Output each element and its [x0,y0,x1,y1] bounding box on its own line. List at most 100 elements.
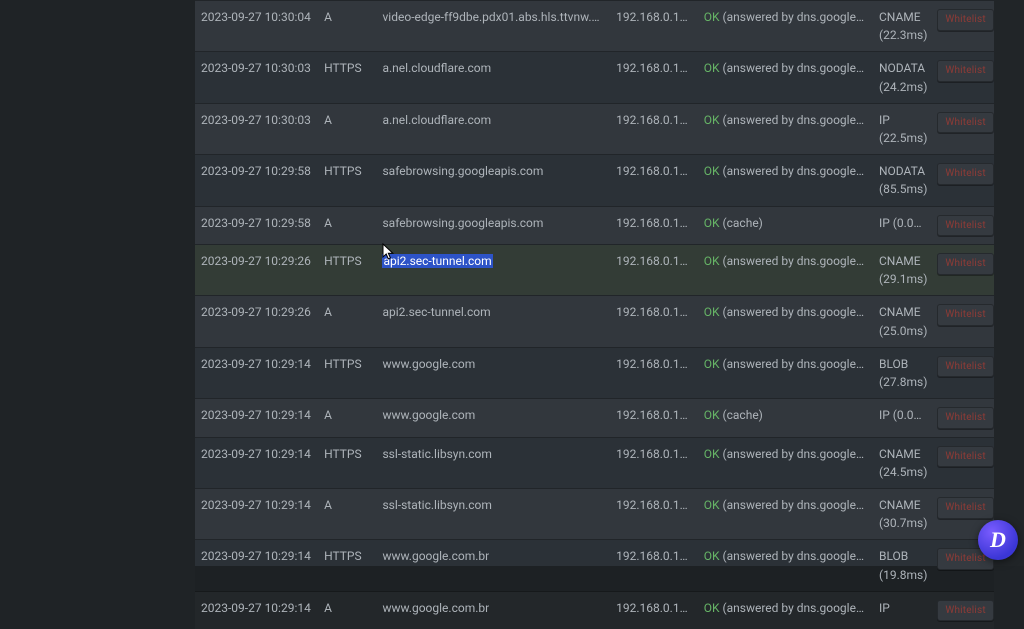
cell-domain[interactable]: safebrowsing.googleapis.com [376,206,610,245]
cell-timestamp: 2023-09-27 10:29:58 [195,206,318,245]
cell-status: OK (cache) [698,206,873,245]
domain-text[interactable]: ssl-static.libsyn.com [382,447,491,461]
cell-response: IP [873,591,931,629]
response-latency: (24.5ms) [879,464,925,480]
cell-client-ip: 192.168.0.162 [610,489,698,540]
table-row[interactable]: 2023-09-27 10:29:14HTTPSwww.google.com19… [195,347,994,398]
status-ok: OK [704,408,720,422]
status-ok: OK [704,10,720,24]
table-row[interactable]: 2023-09-27 10:30:03Aa.nel.cloudflare.com… [195,103,994,154]
cell-domain[interactable]: www.google.com.br [376,591,610,629]
domain-text[interactable]: api2.sec-tunnel.com [382,305,490,319]
cell-action: Whitelist [931,155,994,206]
cell-action: Whitelist [931,103,994,154]
cell-domain[interactable]: ssl-static.libsyn.com [376,489,610,540]
whitelist-button[interactable]: Whitelist [937,497,993,519]
cell-action: Whitelist [931,1,994,52]
cell-status: OK (answered by dns.google#53) [698,245,873,296]
whitelist-button[interactable]: Whitelist [937,304,993,326]
table-row[interactable]: 2023-09-27 10:30:03HTTPSa.nel.cloudflare… [195,52,994,103]
cell-status: OK (answered by dns.google#53) [698,52,873,103]
whitelist-button[interactable]: Whitelist [937,356,993,378]
table-row[interactable]: 2023-09-27 10:29:14HTTPS ssl-static.libsy… [195,437,994,488]
cell-timestamp: 2023-09-27 10:30:04 [195,1,318,52]
cell-action: Whitelist [931,206,994,245]
cell-domain[interactable]: video-edge-ff9dbe.pdx01.abs.hls.ttvnw.ne… [376,1,610,52]
table-row[interactable]: 2023-09-27 10:29:14Assl-static.libsyn.co… [195,489,994,540]
cell-record-type: A [318,489,376,540]
cell-record-type: HTTPS [318,155,376,206]
response-latency: (19.8ms) [879,567,925,583]
domain-text[interactable]: ssl-static.libsyn.com [382,498,491,512]
cell-domain[interactable]: api2.sec-tunnel.com [376,296,610,347]
cell-response: NODATA(85.5ms) [873,155,931,206]
cell-status: OK (answered by dns.google#53) [698,155,873,206]
domain-text[interactable]: www.google.com.br [382,549,489,563]
table-row[interactable]: 2023-09-27 10:29:58HTTPSsafebrowsing.goo… [195,155,994,206]
domain-text[interactable]: safebrowsing.googleapis.com [382,216,543,230]
cell-domain[interactable]: www.google.com [376,399,610,438]
cell-domain[interactable]: a.nel.cloudflare.com [376,103,610,154]
whitelist-button[interactable]: Whitelist [937,407,993,429]
cell-domain[interactable]: ssl-static.libsyn.com [376,437,610,488]
cell-domain[interactable]: safebrowsing.googleapis.com [376,155,610,206]
response-latency: (27.8ms) [879,374,925,390]
app-badge[interactable]: D [978,520,1018,560]
cell-record-type: HTTPS [318,437,376,488]
table-row[interactable]: 2023-09-27 10:29:26Aapi2.sec-tunnel.com1… [195,296,994,347]
cell-client-ip: 192.168.0.162 [610,245,698,296]
domain-text[interactable]: api2.sec-tunnel.com [382,254,492,268]
cell-response: CNAME(24.5ms) [873,437,931,488]
cell-client-ip: 192.168.0.162 [610,206,698,245]
whitelist-button[interactable]: Whitelist [937,215,993,237]
cell-status: OK (answered by dns.google#53) [698,489,873,540]
cell-record-type: HTTPS [318,347,376,398]
table-row[interactable]: 2023-09-27 10:29:14Awww.google.com192.16… [195,399,994,438]
response-latency: (25.0ms) [879,323,925,339]
status-detail: (answered by dns.google#53) [720,305,873,319]
whitelist-button[interactable]: Whitelist [937,600,993,622]
status-detail: (answered by dns.google#53) [720,357,873,371]
cell-domain[interactable]: www.google.com [376,347,610,398]
status-ok: OK [704,498,720,512]
domain-text[interactable]: safebrowsing.googleapis.com [382,164,543,178]
table-row[interactable]: 2023-09-27 10:29:26HTTPSapi2.sec-tunnel.… [195,245,994,296]
whitelist-button[interactable]: Whitelist [937,60,993,82]
dns-log-table: 2023-09-27 10:30:04 Avideo-edge-ff9dbe.pd… [195,0,994,629]
cell-status: OK (answered by dns.google#53) [698,591,873,629]
status-ok: OK [704,113,720,127]
status-ok: OK [704,549,720,563]
cell-response: CNAME(29.1ms) [873,245,931,296]
domain-text[interactable]: a.nel.cloudflare.com [382,113,491,127]
cell-timestamp: 2023-09-27 10:29:26 [195,245,318,296]
status-ok: OK [704,216,720,230]
whitelist-button[interactable]: Whitelist [937,9,993,31]
cell-domain[interactable]: api2.sec-tunnel.com [376,245,610,296]
table-row[interactable]: 2023-09-27 10:30:04Avideo-edge-ff9dbe.pd… [195,1,994,52]
domain-text[interactable]: video-edge-ff9dbe.pdx01.abs.hls.ttvnw.ne… [382,10,608,24]
cell-timestamp: 2023-09-27 10:29:14 [195,437,318,488]
status-ok: OK [704,447,720,461]
table-row[interactable]: 2023-09-27 10:29:58Asafebrowsing.googlea… [195,206,994,245]
whitelist-button[interactable]: Whitelist [937,253,993,275]
cell-action: Whitelist [931,245,994,296]
domain-text[interactable]: www.google.com [382,357,475,371]
cell-status: OK (answered by dns.google#53) [698,347,873,398]
cell-timestamp: 2023-09-27 10:30:03 [195,52,318,103]
cell-response: CNAME(22.3ms) [873,1,931,52]
status-ok: OK [704,164,720,178]
whitelist-button[interactable]: Whitelist [937,163,993,185]
status-detail: (answered by dns.google#53) [720,10,873,24]
cell-client-ip: 192.168.0.162 [610,52,698,103]
domain-text[interactable]: www.google.com.br [382,601,489,615]
domain-text[interactable]: a.nel.cloudflare.com [382,61,491,75]
status-ok: OK [704,61,720,75]
cell-timestamp: 2023-09-27 10:30:03 [195,103,318,154]
domain-text[interactable]: www.google.com [382,408,475,422]
whitelist-button[interactable]: Whitelist [937,446,993,468]
status-detail: (answered by dns.google#53) [720,113,873,127]
cell-domain[interactable]: a.nel.cloudflare.com [376,52,610,103]
cell-client-ip: 192.168.0.162 [610,155,698,206]
table-row[interactable]: 2023-09-27 10:29:14Awww.google.com.br192… [195,591,994,629]
whitelist-button[interactable]: Whitelist [937,112,993,134]
